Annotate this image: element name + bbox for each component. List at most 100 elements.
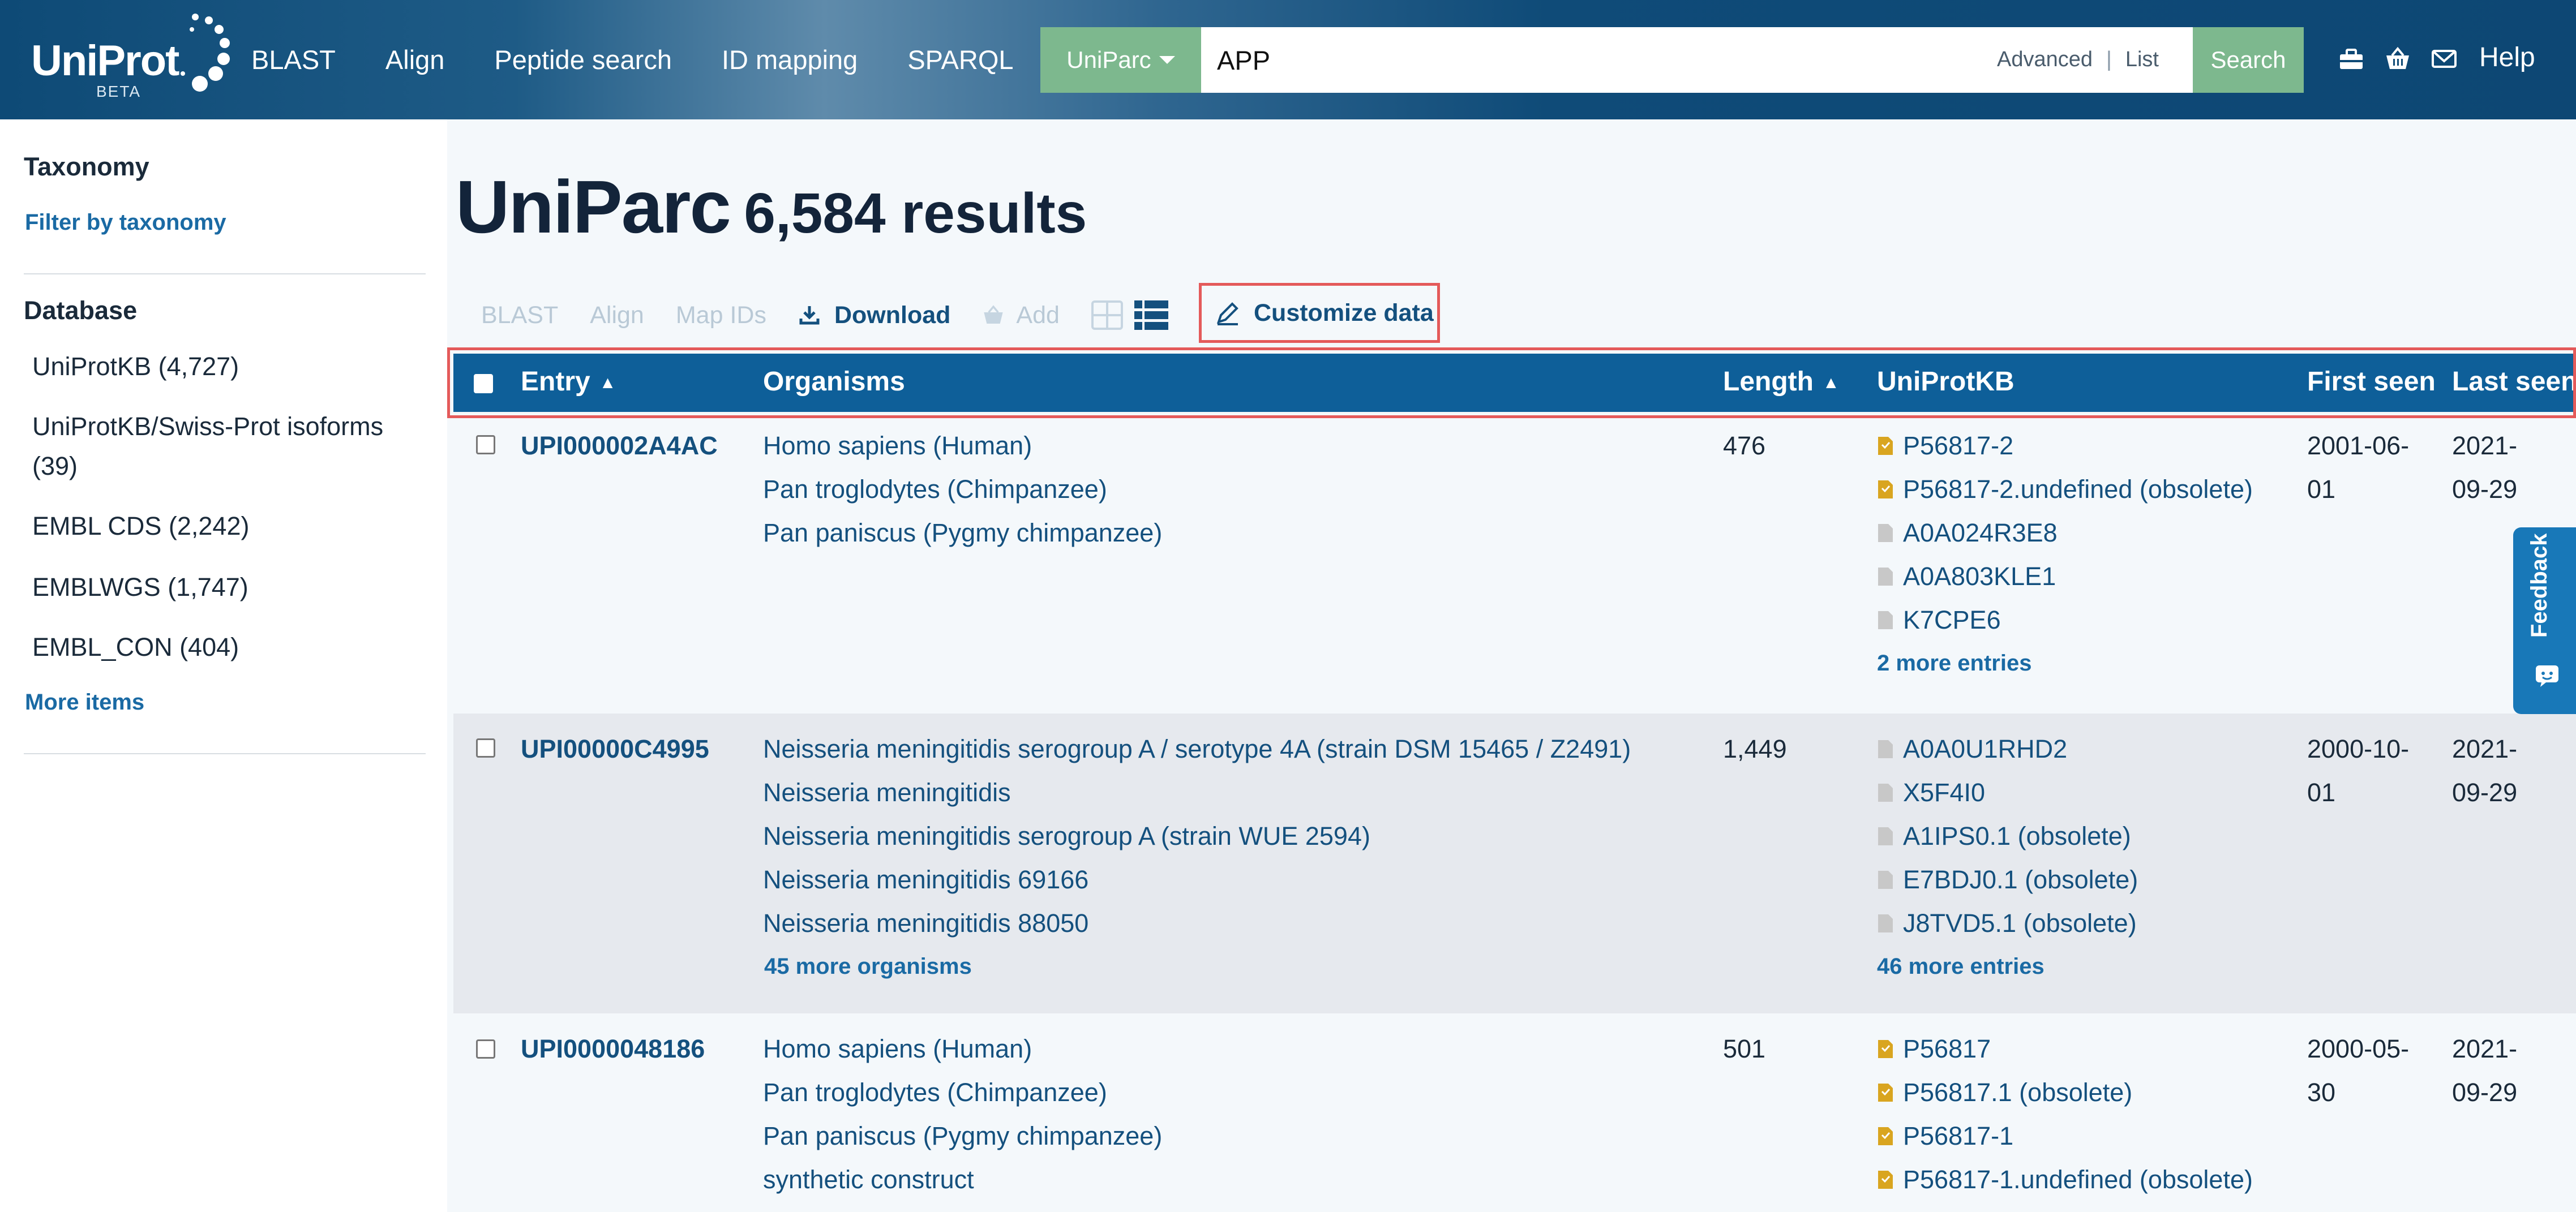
search-button[interactable]: Search [2193,27,2304,93]
more-items-link[interactable]: More items [25,690,144,715]
database-filter-uniprotkb[interactable]: UniProtKB (4,727) [32,347,239,386]
toolbar-map-ids-button[interactable]: Map IDs [676,302,766,329]
unreviewed-entry-icon [1878,740,1893,758]
unreviewed-entry-icon [1878,783,1893,802]
more-organisms-link[interactable]: 45 more organisms [764,945,1631,988]
organism-link[interactable]: Pan paniscus (Pygmy chimpanzee) [763,511,1162,555]
database-select[interactable]: UniParc [1040,27,1201,93]
uniprotkb-entry[interactable]: A0A0U1RHD2 [1878,727,2138,771]
unreviewed-entry-icon [1878,567,1893,586]
customize-data-label: Customize data [1254,299,1434,326]
customize-data-button[interactable]: Customize data [1199,283,1440,343]
organism-link[interactable]: synthetic construct [763,1158,1162,1201]
last-seen-line: 09-29 [2452,778,2518,807]
feedback-tab[interactable]: Feedback [2513,527,2576,714]
uniprotkb-accession: A1IPS0.1 (obsolete) [1903,822,2131,850]
organism-link[interactable]: Pan paniscus (Pygmy chimpanzee) [763,1114,1162,1158]
uniprotkb-accession: K7CPE6 [1903,605,2001,634]
nav-id-mapping[interactable]: ID mapping [722,44,858,75]
first-seen-line: 2000-10- [2307,734,2410,763]
help-link[interactable]: Help [2479,42,2535,73]
search-query: APP [1217,45,1271,75]
organism-link[interactable]: Homo sapiens (Human) [763,424,1162,467]
reviewed-entry-icon [1878,480,1893,498]
uniprotkb-cell: A0A0U1RHD2 X5F4I0 A1IPS0.1 (obsolete) E7… [1877,727,2138,988]
filter-by-taxonomy-link[interactable]: Filter by taxonomy [25,210,226,235]
uniprotkb-entry[interactable]: K7CPE6 [1878,598,2253,642]
uniprotkb-accession: J8TVD5.1 (obsolete) [1903,909,2137,938]
length-value: 476 [1723,431,1766,460]
database-filter-embl-cds[interactable]: EMBL CDS (2,242) [32,506,249,546]
download-label: Download [834,301,951,329]
more-entries-link[interactable]: 46 more entries [1877,945,2138,988]
row-checkbox[interactable] [476,1039,495,1059]
search-input[interactable]: APP Advanced | List [1201,27,2193,93]
nav-peptide-search[interactable]: Peptide search [494,44,672,75]
first-seen-value: 2000-05- 30 [2307,1027,2409,1114]
organism-link[interactable]: Neisseria meningitidis serogroup A / ser… [763,727,1631,771]
nav-sparql[interactable]: SPARQL [907,44,1013,75]
database-heading: Database [24,296,138,325]
uniprotkb-accession: P56817-1.undefined (obsolete) [1903,1165,2253,1194]
uniprotkb-entry[interactable]: E7BDJ0.1 (obsolete) [1878,858,2138,901]
first-seen-line: 01 [2307,778,2336,807]
more-entries-link[interactable]: 2 more entries [1877,642,2253,685]
add-to-basket-button[interactable]: Add [982,302,1060,329]
taxonomy-heading: Taxonomy [24,152,149,181]
last-seen-value: 2021- 09-29 [2452,424,2517,511]
reviewed-entry-icon [1878,1127,1893,1145]
entry-link[interactable]: UPI000002A4AC [521,424,718,467]
download-button[interactable]: Download [798,302,950,329]
last-seen-line: 2021- [2452,734,2518,763]
row-checkbox[interactable] [476,738,495,758]
organism-link[interactable]: Neisseria meningitidis 69166 [763,858,1631,901]
organism-link[interactable]: Neisseria meningitidis [763,771,1631,814]
list-search-link[interactable]: List [2125,48,2159,72]
organism-link[interactable]: Homo sapiens (Human) [763,1027,1162,1071]
mail-icon[interactable] [2431,45,2458,72]
uniprotkb-entry[interactable]: A0A024R3E8 [1878,511,2253,555]
organism-link[interactable]: Neisseria meningitidis 88050 [763,901,1631,945]
nav-blast[interactable]: BLAST [251,44,336,75]
results-title: UniParc [456,165,731,248]
toolbox-icon[interactable] [2338,45,2365,72]
database-filter-swissprot-isoforms-count[interactable]: (39) [32,446,78,486]
uniprotkb-entry[interactable]: X5F4I0 [1878,771,2138,814]
uniprotkb-entry[interactable]: P56817-2 [1878,424,2253,467]
uniprotkb-entry[interactable]: P56817-1 [1878,1114,2253,1158]
uniprotkb-entry[interactable]: A1IPS0.1 (obsolete) [1878,814,2138,858]
uniprotkb-accession: A0A024R3E8 [1903,518,2058,547]
table-header-highlight [447,347,2576,418]
organism-link[interactable]: Neisseria meningitidis serogroup A (stra… [763,814,1631,858]
table-view-icon[interactable] [1134,300,1168,330]
database-filter-emblwgs[interactable]: EMBLWGS (1,747) [32,568,248,607]
nav-align[interactable]: Align [385,44,445,75]
uniprotkb-entry[interactable]: J8TVD5.1 (obsolete) [1878,901,2138,945]
uniprot-logo[interactable]: UniProt BETA [31,10,230,101]
results-count: 6,584 results [744,182,1087,245]
last-seen-value: 2021- 09-29 [2452,1027,2517,1114]
row-checkbox[interactable] [476,435,495,454]
chevron-down-icon [1159,56,1175,64]
card-view-icon[interactable] [1091,300,1123,330]
uniprotkb-entry[interactable]: P56817.1 (obsolete) [1878,1071,2253,1114]
toolbar-align-button[interactable]: Align [590,302,644,329]
basket-icon[interactable] [2384,45,2411,72]
entry-link[interactable]: UPI0000048186 [521,1027,705,1071]
entry-link[interactable]: UPI00000C4995 [521,727,709,771]
organism-link[interactable]: Pan troglodytes (Chimpanzee) [763,1071,1162,1114]
advanced-search-link[interactable]: Advanced [1997,48,2093,72]
first-seen-line: 2001-06- [2307,431,2410,460]
database-filter-embl-con[interactable]: EMBL_CON (404) [32,628,239,667]
database-filter-swissprot-isoforms[interactable]: UniProtKB/Swiss-Prot isoforms [32,407,383,446]
uniprotkb-accession: P56817-2 [1903,431,2014,460]
sidebar-divider [24,273,426,274]
uniprotkb-entry[interactable]: P56817-1.undefined (obsolete) [1878,1158,2253,1201]
uniprotkb-entry[interactable]: P56817-2.undefined (obsolete) [1878,467,2253,511]
uniprotkb-entry[interactable]: A0A803KLE1 [1878,555,2253,598]
uniprotkb-entry[interactable]: P56817 [1878,1027,2253,1071]
organism-link[interactable]: Pan troglodytes (Chimpanzee) [763,467,1162,511]
toolbar-blast-button[interactable]: BLAST [481,302,558,329]
unreviewed-entry-icon [1878,870,1893,889]
search-bar: UniParc APP Advanced | List Search [1040,27,2304,93]
